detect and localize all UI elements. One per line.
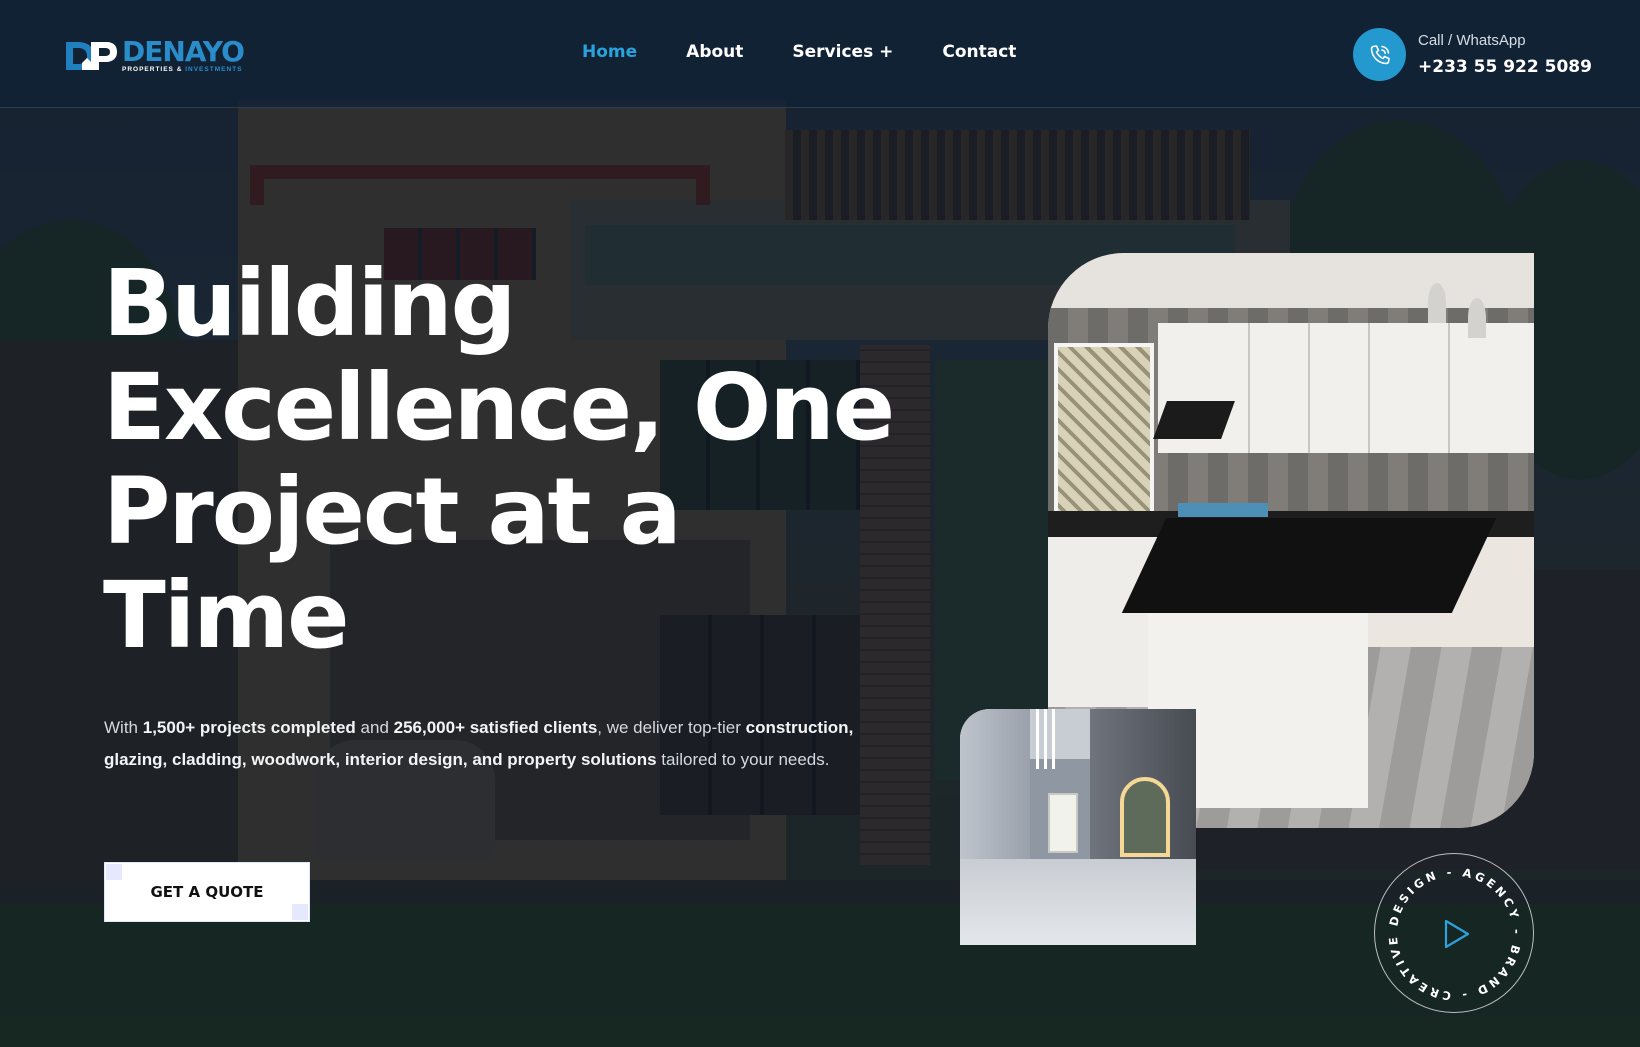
nav-home[interactable]: Home	[582, 42, 637, 62]
nav-services[interactable]: Services +	[792, 42, 893, 62]
play-icon[interactable]	[1375, 854, 1535, 1014]
brand-tagline: PROPERTIES & INVESTMENTS	[122, 66, 243, 74]
call-label: Call / WhatsApp	[1418, 32, 1526, 49]
brand-name: DENAYO	[122, 35, 245, 69]
headline-line: Excellence, One	[103, 354, 895, 461]
hero-headline: Building Excellence, One Project at a Ti…	[103, 252, 963, 668]
headline-line: Time	[103, 562, 350, 669]
nav-contact[interactable]: Contact	[942, 42, 1016, 62]
nav-about[interactable]: About	[686, 42, 743, 62]
call-whatsapp[interactable]: Call / WhatsApp +233 55 922 5089	[1353, 28, 1592, 81]
headline-line: Building	[103, 250, 516, 357]
site-header: DENAYO PROPERTIES & INVESTMENTS Home Abo…	[0, 0, 1640, 108]
call-number[interactable]: +233 55 922 5089	[1418, 57, 1592, 77]
hallway-photo	[960, 709, 1196, 945]
brand-logo[interactable]: DENAYO PROPERTIES & INVESTMENTS	[64, 38, 254, 74]
headline-line: Project at a	[103, 458, 682, 565]
main-nav: Home About Services + Contact	[582, 42, 1065, 62]
hero-description: With 1,500+ projects completed and 256,0…	[104, 718, 854, 769]
cta-label: GET A QUOTE	[150, 883, 264, 901]
play-video-badge[interactable]: DESIGN - AGENCY - BRAND - CREATIVE -	[1374, 853, 1534, 1013]
logo-mark-icon	[64, 39, 118, 73]
phone-icon[interactable]	[1353, 28, 1406, 81]
get-a-quote-button[interactable]: GET A QUOTE	[104, 862, 310, 922]
